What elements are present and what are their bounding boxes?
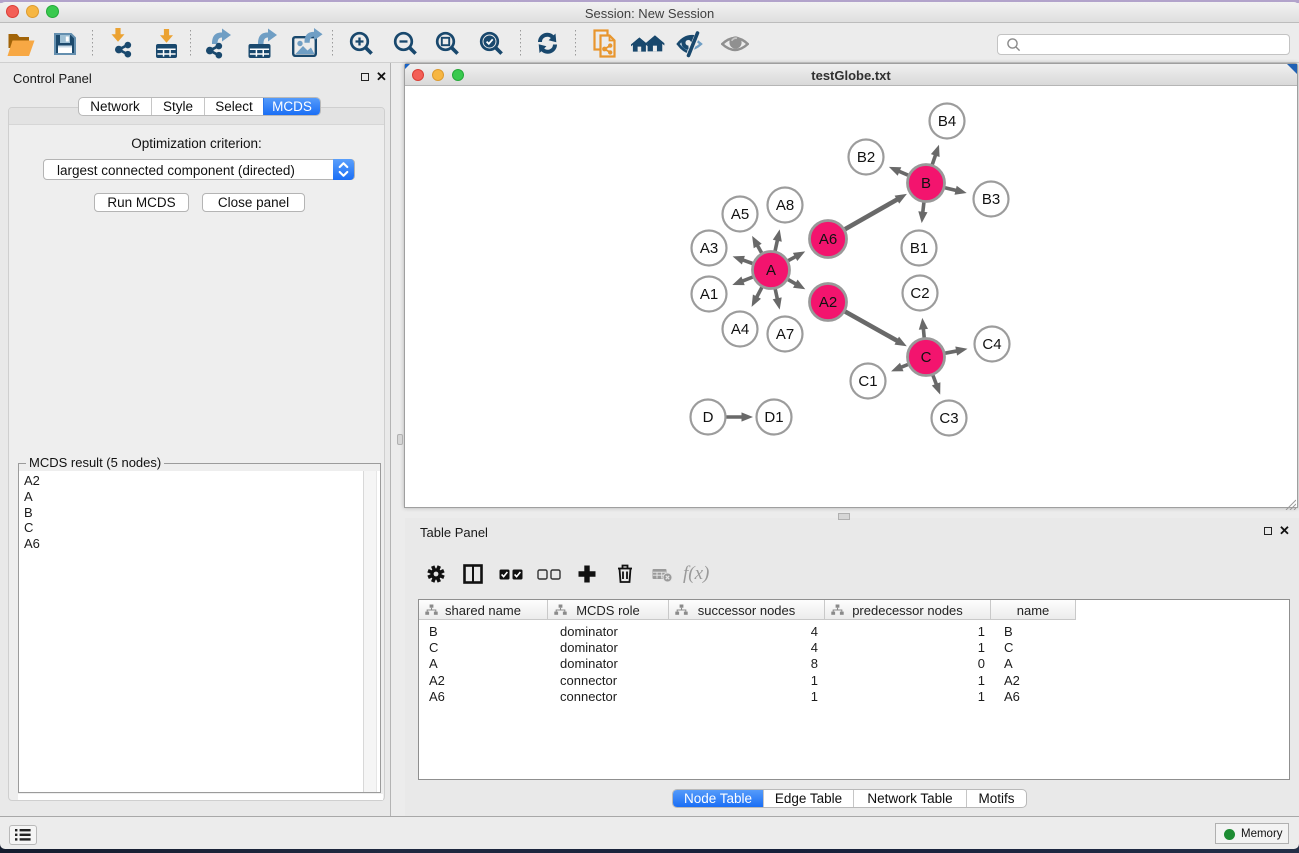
svg-text:A3: A3 [700, 240, 718, 257]
svg-text:B3: B3 [982, 191, 1000, 208]
svg-text:A6: A6 [819, 231, 837, 248]
svg-text:B: B [921, 175, 931, 192]
svg-text:C4: C4 [982, 336, 1001, 353]
svg-text:B4: B4 [938, 113, 956, 130]
svg-text:C1: C1 [858, 373, 877, 390]
svg-text:A8: A8 [776, 197, 794, 214]
svg-text:B1: B1 [910, 240, 928, 257]
svg-text:A: A [766, 262, 776, 279]
svg-text:D: D [703, 409, 714, 426]
svg-text:C2: C2 [910, 285, 929, 302]
svg-text:A5: A5 [731, 206, 749, 223]
svg-text:D1: D1 [764, 409, 783, 426]
svg-text:B2: B2 [857, 149, 875, 166]
svg-text:C3: C3 [939, 410, 958, 427]
svg-text:A1: A1 [700, 286, 718, 303]
svg-text:A7: A7 [776, 326, 794, 343]
svg-text:A2: A2 [819, 294, 837, 311]
svg-text:A4: A4 [731, 321, 749, 338]
svg-text:C: C [921, 349, 932, 366]
